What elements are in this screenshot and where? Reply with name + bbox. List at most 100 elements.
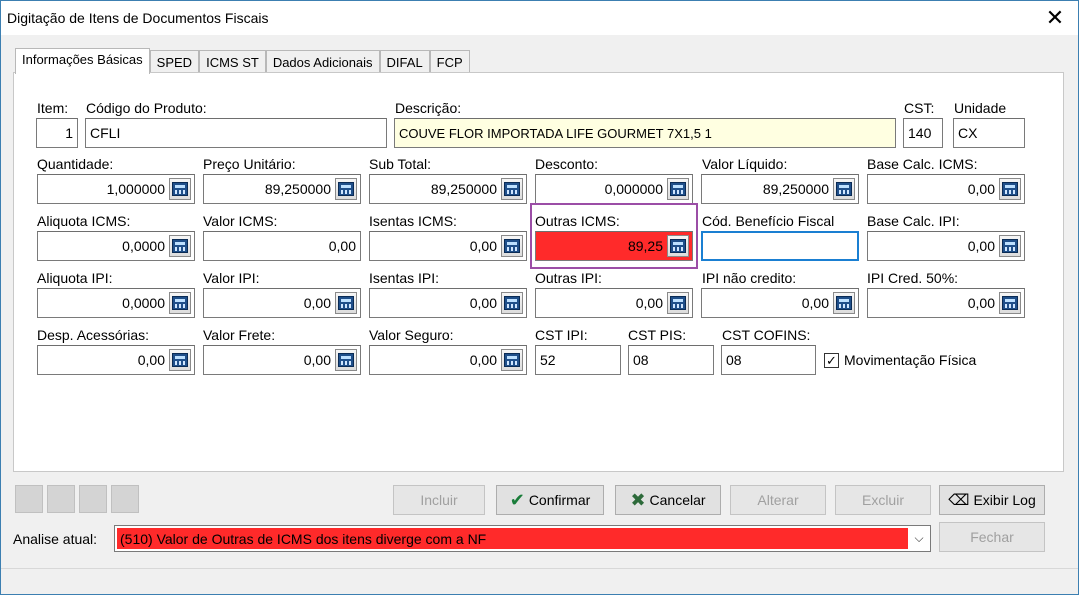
cod-beneficio-field[interactable] [701,231,859,261]
calculator-icon[interactable] [335,292,357,314]
cst-cofins-field[interactable]: 08 [721,345,816,375]
valor-frete-field[interactable]: 0,00 [203,345,361,375]
aliquota-icms-value: 0,0000 [122,238,165,254]
desconto-label: Desconto: [535,156,599,172]
aliquota-icms-field[interactable]: 0,0000 [37,231,195,261]
cst-value: 140 [908,125,932,141]
exibir-log-button[interactable]: ⌫ Exibir Log [939,485,1045,515]
quantidade-value: 1,000000 [106,181,165,197]
chevron-down-icon[interactable]: ⌵ [908,526,930,551]
ipi-cred-50-field[interactable]: 0,00 [867,288,1025,318]
descricao-label: Descrição: [395,100,462,116]
calculator-icon[interactable] [833,178,855,200]
cst-pis-value: 08 [633,352,649,368]
calculator-icon[interactable] [169,235,191,257]
calculator-icon[interactable] [667,292,689,314]
incluir-button[interactable]: Incluir [393,485,485,515]
outras-ipi-field[interactable]: 0,00 [535,288,693,318]
incluir-label: Incluir [420,492,458,508]
cst-ipi-label: CST IPI: [535,327,588,343]
desconto-field[interactable]: 0,000000 [535,174,693,204]
isentas-icms-field[interactable]: 0,00 [369,231,527,261]
ipi-nao-credito-field[interactable]: 0,00 [701,288,859,318]
valor-ipi-field[interactable]: 0,00 [203,288,361,318]
tab-dados-adicionais[interactable]: Dados Adicionais [265,50,380,72]
confirmar-button[interactable]: ✔ Confirmar [496,485,604,515]
item-field[interactable]: 1 [36,118,78,148]
base-icms-field[interactable]: 0,00 [867,174,1025,204]
nav-prev-button[interactable] [47,485,75,513]
tab-icms-st[interactable]: ICMS ST [199,50,266,72]
unidade-field[interactable]: CX [953,118,1025,148]
fechar-label: Fechar [970,529,1014,545]
quantidade-field[interactable]: 1,000000 [37,174,195,204]
calculator-icon[interactable] [667,178,689,200]
cst-pis-field[interactable]: 08 [628,345,714,375]
valor-frete-label: Valor Frete: [203,327,276,343]
calculator-icon[interactable] [999,178,1021,200]
calculator-icon[interactable] [169,178,191,200]
outras-icms-field[interactable]: 89,25 [535,231,693,261]
valor-liquido-field[interactable]: 89,250000 [701,174,859,204]
window-title: Digitação de Itens de Documentos Fiscais [7,10,269,26]
calculator-icon[interactable] [501,292,523,314]
base-ipi-field[interactable]: 0,00 [867,231,1025,261]
excluir-button[interactable]: Excluir [835,485,931,515]
aliquota-ipi-label: Aliquota IPI: [37,270,113,286]
excluir-label: Excluir [861,492,904,508]
calculator-icon[interactable] [833,292,855,314]
calculator-icon[interactable] [169,349,191,371]
cst-ipi-field[interactable]: 52 [535,345,621,375]
tab-difal[interactable]: DIFAL [379,50,430,72]
cancelar-label: Cancelar [649,492,706,508]
tab-panel: Item: 1 Código do Produto: CFLI Descriçã… [13,72,1064,472]
outras-icms-label: Outras ICMS: [535,213,620,229]
fechar-button[interactable]: Fechar [939,522,1045,552]
desp-acessorias-field[interactable]: 0,00 [37,345,195,375]
checkmark-icon: ✔ [509,490,525,510]
analise-label: Analise atual: [13,531,98,547]
unidade-value: CX [958,125,978,141]
nav-last-button[interactable] [111,485,139,513]
tab-sped[interactable]: SPED [149,50,200,72]
cancelar-button[interactable]: ✖ Cancelar [615,485,721,515]
cst-cofins-value: 08 [726,352,742,368]
tab-informacoes-basicas[interactable]: Informações Básicas [15,48,150,74]
base-icms-value: 0,00 [967,181,995,197]
alterar-button[interactable]: Alterar [730,485,826,515]
calculator-icon[interactable] [169,292,191,314]
title-bar: Digitação de Itens de Documentos Fiscais… [1,1,1078,35]
close-icon[interactable]: ✕ [1032,1,1078,35]
calculator-icon[interactable] [335,178,357,200]
checkmark-icon: ✓ [826,353,837,368]
calculator-icon[interactable] [999,292,1021,314]
calculator-icon[interactable] [501,349,523,371]
isentas-ipi-field[interactable]: 0,00 [369,288,527,318]
calculator-icon[interactable] [501,235,523,257]
cst-field[interactable]: 140 [903,118,943,148]
subtotal-value: 89,250000 [430,181,497,197]
nav-first-button[interactable] [15,485,43,513]
calculator-icon[interactable] [501,178,523,200]
alterar-label: Alterar [757,492,799,508]
calculator-icon[interactable] [667,235,689,257]
calculator-icon[interactable] [335,349,357,371]
movimentacao-checkbox[interactable]: ✓ [824,353,839,368]
analise-select[interactable]: (510) Valor de Outras de ICMS dos itens … [114,525,931,552]
desp-acessorias-value: 0,00 [137,352,165,368]
descricao-field[interactable]: COUVE FLOR IMPORTADA LIFE GOURMET 7X1,5 … [394,118,896,148]
cst-label: CST: [904,100,935,116]
isentas-icms-label: Isentas ICMS: [369,213,457,229]
calculator-icon[interactable] [999,235,1021,257]
desconto-value: 0,000000 [604,181,663,197]
ipi-nao-credito-label: IPI não credito: [702,270,797,286]
codigo-field[interactable]: CFLI [85,118,387,148]
subtotal-field[interactable]: 89,250000 [369,174,527,204]
aliquota-ipi-field[interactable]: 0,0000 [37,288,195,318]
valor-seguro-field[interactable]: 0,00 [369,345,527,375]
preco-field[interactable]: 89,250000 [203,174,361,204]
nav-next-button[interactable] [79,485,107,513]
tab-fcp[interactable]: FCP [429,50,470,72]
valor-icms-field[interactable]: 0,00 [203,231,361,261]
movimentacao-label: Movimentação Física [844,352,977,368]
